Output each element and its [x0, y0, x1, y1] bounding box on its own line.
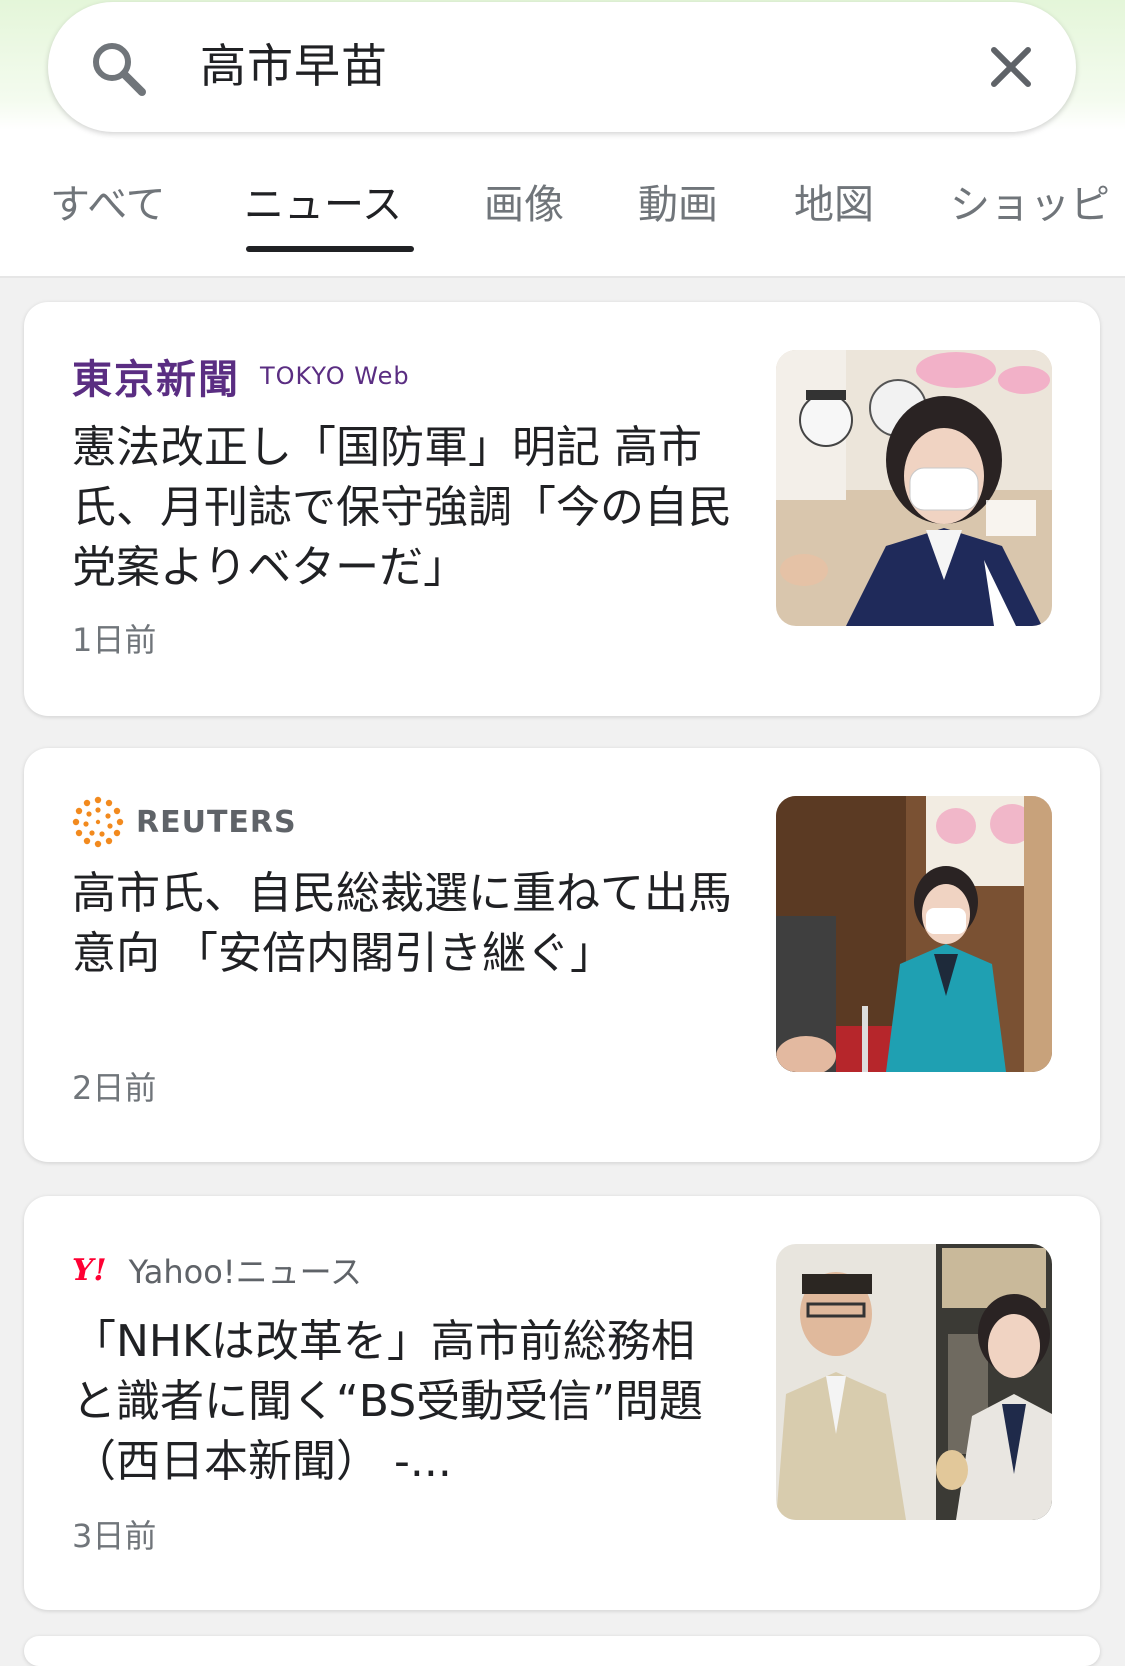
- reuters-logo-icon: [72, 796, 124, 848]
- news-headline[interactable]: 「NHKは改革を」高市前総務相と識者に聞く“BS受動受信”問題（西日本新聞） -…: [72, 1312, 732, 1492]
- news-headline[interactable]: 高市氏、自民総裁選に重ねて出馬意向 「安倍内閣引き継ぐ」: [72, 864, 732, 984]
- tab-all[interactable]: すべて: [50, 180, 166, 230]
- news-time: 3日前: [72, 1517, 157, 1555]
- news-card[interactable]: Y! Yahoo!ニュース 「NHKは改革を」高市前総務相と識者に聞く“BS受動…: [24, 1196, 1100, 1610]
- source-logo-reuters: REUTERS: [72, 794, 297, 850]
- header-area: 高市早苗 すべて ニュース 画像 動画 地図 ショッピ: [0, 0, 1125, 278]
- tokyo-shimbun-logo: 東京新聞: [72, 356, 240, 403]
- news-thumbnail[interactable]: [776, 796, 1052, 1072]
- news-time: 2日前: [72, 1069, 157, 1107]
- active-tab-indicator: [246, 246, 414, 252]
- news-time: 1日前: [72, 621, 157, 659]
- news-card[interactable]: 東京新聞 TOKYO Web 憲法改正し「国防軍」明記 高市氏、月刊誌で保守強調…: [24, 302, 1100, 716]
- news-card[interactable]: REUTERS 高市氏、自民総裁選に重ねて出馬意向 「安倍内閣引き継ぐ」 2日前: [24, 748, 1100, 1162]
- search-input[interactable]: 高市早苗: [200, 36, 388, 96]
- tab-images[interactable]: 画像: [484, 180, 564, 230]
- tokyo-web-logo: TOKYO Web: [260, 362, 410, 390]
- next-card-edge: [24, 1636, 1100, 1666]
- tab-maps[interactable]: 地図: [794, 180, 874, 230]
- tab-shopping[interactable]: ショッピ: [950, 180, 1110, 230]
- source-logo-yahoo: Y! Yahoo!ニュース: [72, 1242, 362, 1298]
- news-thumbnail[interactable]: [776, 350, 1052, 626]
- close-icon[interactable]: [986, 42, 1036, 92]
- search-tabs: すべて ニュース 画像 動画 地図 ショッピ: [0, 160, 1125, 278]
- thumbnail-image: [776, 350, 1052, 626]
- yahoo-news-name: Yahoo!ニュース: [128, 1253, 363, 1291]
- tab-news[interactable]: ニュース: [244, 180, 402, 230]
- search-bar[interactable]: 高市早苗: [48, 2, 1076, 132]
- tab-videos[interactable]: 動画: [638, 180, 718, 230]
- header-divider: [0, 276, 1125, 278]
- news-headline[interactable]: 憲法改正し「国防軍」明記 高市氏、月刊誌で保守強調「今の自民党案よりベターだ」: [72, 418, 732, 598]
- search-icon[interactable]: [88, 38, 148, 98]
- reuters-logo-text: REUTERS: [136, 804, 297, 840]
- yahoo-logo-mark: Y!: [72, 1252, 107, 1288]
- news-thumbnail[interactable]: [776, 1244, 1052, 1520]
- thumbnail-image: [776, 1244, 1052, 1520]
- source-logo-tokyo: 東京新聞 TOKYO Web: [72, 348, 410, 404]
- thumbnail-image: [776, 796, 1052, 1072]
